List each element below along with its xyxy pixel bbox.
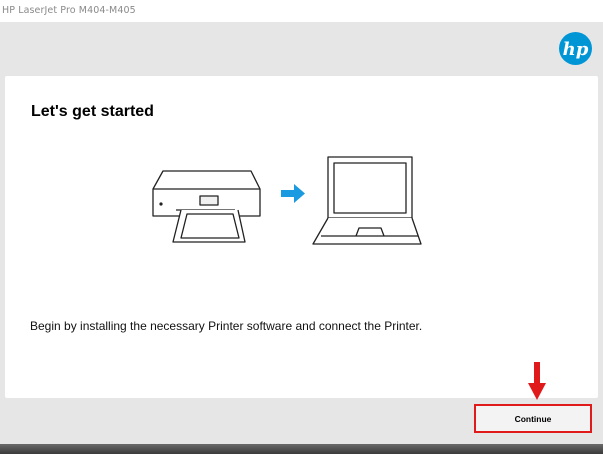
printer-icon: [152, 170, 261, 243]
window-titlebar: HP LaserJet Pro M404-M405: [0, 0, 603, 22]
right-arrow-icon: [281, 184, 305, 203]
continue-button[interactable]: Continue: [474, 404, 592, 433]
window-title: HP LaserJet Pro M404-M405: [2, 5, 136, 16]
svg-text:hp: hp: [563, 39, 589, 60]
desktop-background-strip: [0, 444, 603, 454]
description-text: Begin by installing the necessary Printe…: [30, 319, 423, 333]
content-card: Let's get started Begin by installing th…: [5, 76, 598, 398]
down-arrow-icon: [528, 362, 546, 400]
hp-logo-icon: hp: [559, 32, 592, 65]
laptop-icon: [312, 156, 422, 245]
setup-illustration: [152, 156, 422, 245]
page-title: Let's get started: [31, 103, 154, 120]
